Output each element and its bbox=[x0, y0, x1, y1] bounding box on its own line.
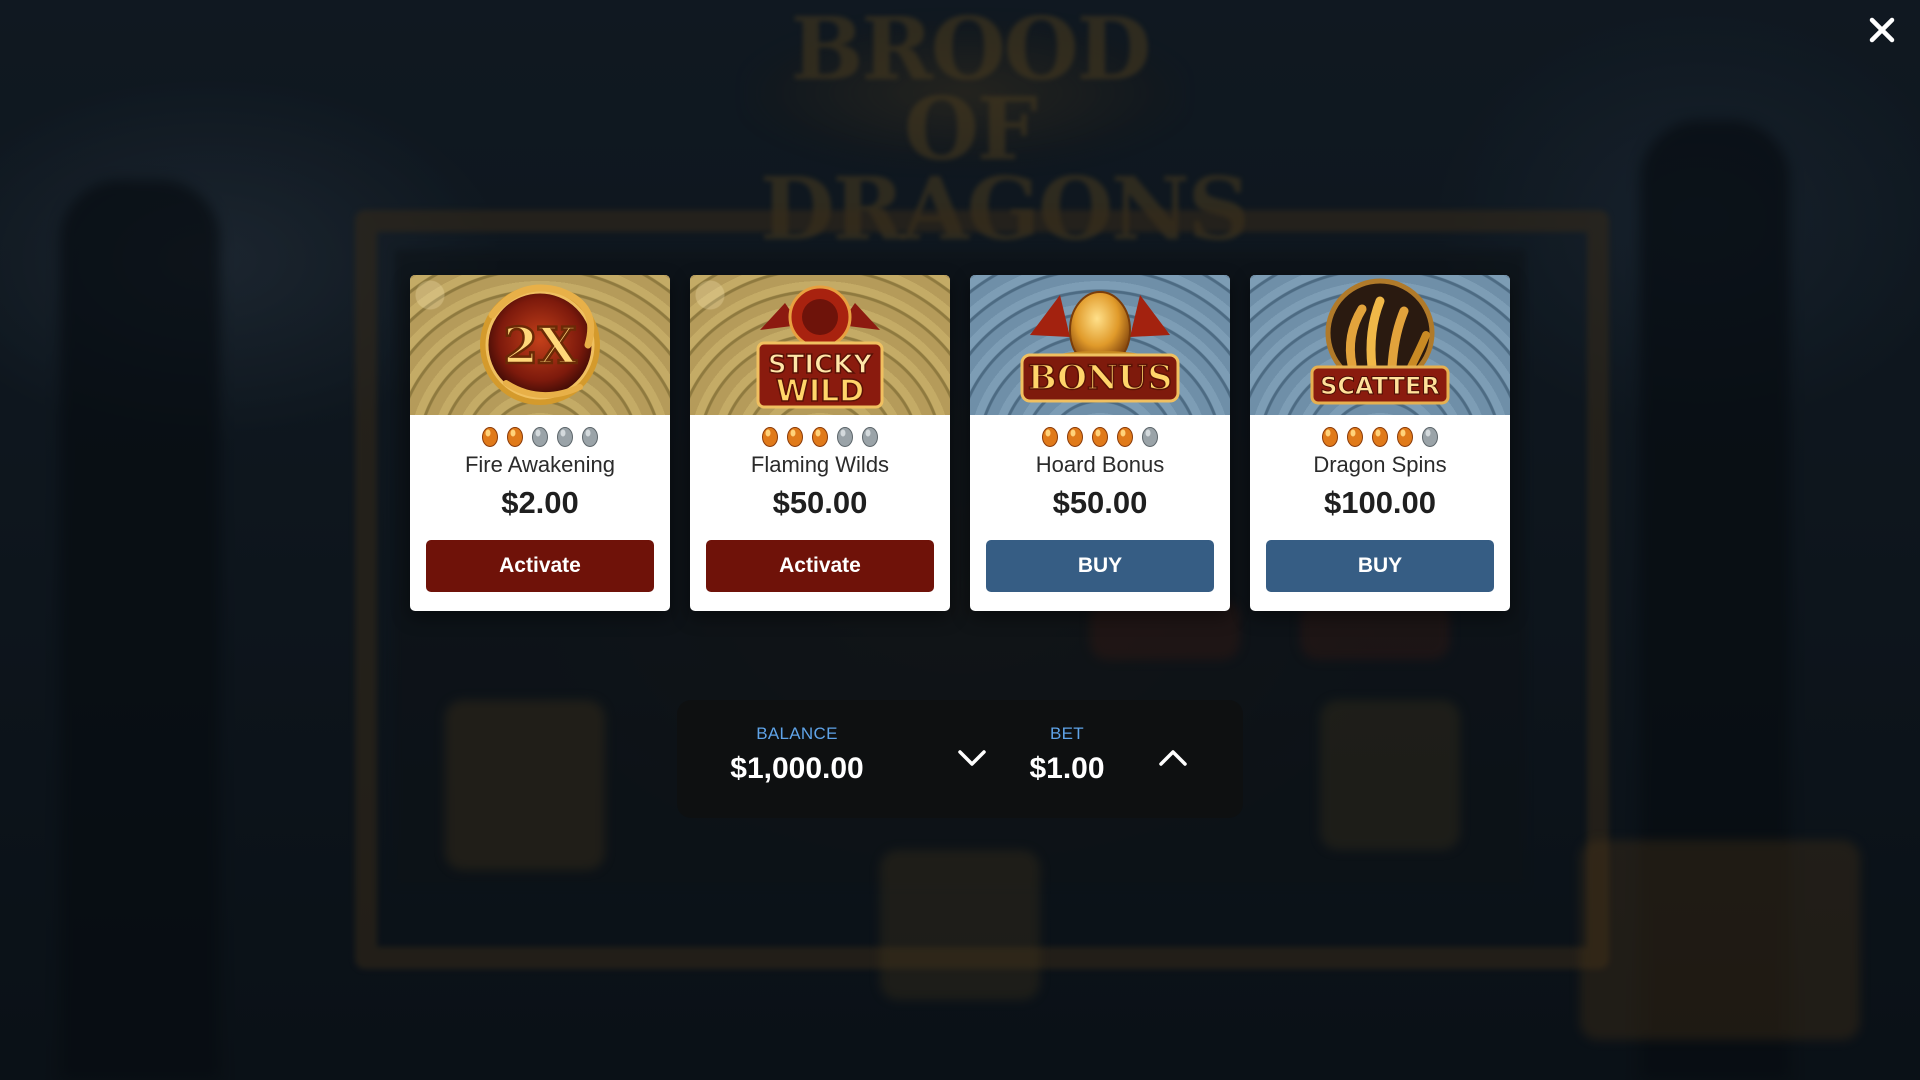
close-icon bbox=[1869, 17, 1895, 43]
egg-filled-icon bbox=[787, 427, 803, 447]
bet-label: BET bbox=[1050, 724, 1084, 743]
egg-filled-icon bbox=[507, 427, 523, 447]
egg-empty-icon bbox=[557, 427, 573, 447]
egg-filled-icon bbox=[482, 427, 498, 447]
bet-value: $1.00 bbox=[1029, 752, 1105, 785]
bet-decrease-button[interactable] bbox=[952, 738, 992, 778]
card-artwork: BONUS bbox=[970, 275, 1230, 415]
egg-filled-icon bbox=[1117, 427, 1133, 447]
close-button[interactable] bbox=[1862, 10, 1902, 50]
wallet-bar: BALANCE $1,000.00 BET $1.00 bbox=[677, 700, 1243, 818]
feature-card-flaming-wilds: STICKY WILD Flaming Wilds $50.00 Activat… bbox=[690, 275, 950, 611]
feature-name: Dragon Spins bbox=[1313, 452, 1447, 477]
card-artwork: 2X bbox=[410, 275, 670, 415]
feature-card-fire-awakening: 2X Fire Awakening $2.00 Activate bbox=[410, 275, 670, 611]
egg-filled-icon bbox=[1092, 427, 1108, 447]
bonus-egg-icon: BONUS bbox=[1020, 291, 1180, 403]
card-artwork: SCATTER bbox=[1250, 275, 1510, 415]
sticky-wild-text: WILD bbox=[776, 374, 864, 409]
egg-empty-icon bbox=[1422, 427, 1438, 447]
feature-level-eggs bbox=[410, 425, 670, 447]
feature-price: $100.00 bbox=[1323, 485, 1437, 520]
svg-text:2X: 2X bbox=[503, 316, 577, 375]
feature-name: Fire Awakening bbox=[464, 452, 615, 477]
feature-card-dragon-spins: SCATTER Dragon Spins $100.00 BUY bbox=[1250, 275, 1510, 611]
activate-button[interactable]: Activate bbox=[426, 540, 654, 592]
svg-text:BONUS: BONUS bbox=[1028, 358, 1172, 398]
bet-increase-button[interactable] bbox=[1153, 738, 1193, 778]
egg-filled-icon bbox=[1347, 427, 1363, 447]
chevron-up-icon bbox=[1159, 750, 1187, 766]
chevron-down-icon bbox=[958, 750, 986, 766]
balance-label: BALANCE bbox=[756, 724, 838, 743]
2x-multiplier-icon: 2X bbox=[480, 284, 600, 405]
buy-button[interactable]: BUY bbox=[1266, 540, 1494, 592]
egg-filled-icon bbox=[762, 427, 778, 447]
feature-level-eggs bbox=[970, 425, 1230, 447]
feature-name: Hoard Bonus bbox=[1035, 452, 1165, 477]
balance-value: $1,000.00 bbox=[730, 752, 864, 785]
egg-empty-icon bbox=[1142, 427, 1158, 447]
egg-filled-icon bbox=[1042, 427, 1058, 447]
activate-button[interactable]: Activate bbox=[706, 540, 934, 592]
feature-price: $50.00 bbox=[772, 485, 868, 520]
egg-empty-icon bbox=[862, 427, 878, 447]
egg-empty-icon bbox=[532, 427, 548, 447]
egg-filled-icon bbox=[1372, 427, 1388, 447]
egg-filled-icon bbox=[1322, 427, 1338, 447]
egg-empty-icon bbox=[582, 427, 598, 447]
feature-level-eggs bbox=[1250, 425, 1510, 447]
feature-card-hoard-bonus: BONUS Hoard Bonus $50.00 BUY bbox=[970, 275, 1230, 611]
feature-price: $2.00 bbox=[501, 485, 579, 520]
buy-button[interactable]: BUY bbox=[986, 540, 1214, 592]
sticky-wild-icon: STICKY WILD bbox=[756, 285, 884, 410]
svg-text:SCATTER: SCATTER bbox=[1320, 372, 1440, 400]
card-artwork: STICKY WILD bbox=[690, 275, 950, 415]
scatter-claw-icon: SCATTER bbox=[1310, 278, 1450, 405]
egg-empty-icon bbox=[837, 427, 853, 447]
bet-display: BET $1.00 bbox=[1017, 724, 1117, 786]
feature-cards: 2X Fire Awakening $2.00 Activate STICKY … bbox=[410, 275, 1510, 611]
egg-filled-icon bbox=[812, 427, 828, 447]
balance-display: BALANCE $1,000.00 bbox=[717, 724, 877, 786]
egg-filled-icon bbox=[1397, 427, 1413, 447]
feature-name: Flaming Wilds bbox=[750, 452, 890, 477]
feature-level-eggs bbox=[690, 425, 950, 447]
feature-price: $50.00 bbox=[1052, 485, 1148, 520]
egg-filled-icon bbox=[1067, 427, 1083, 447]
